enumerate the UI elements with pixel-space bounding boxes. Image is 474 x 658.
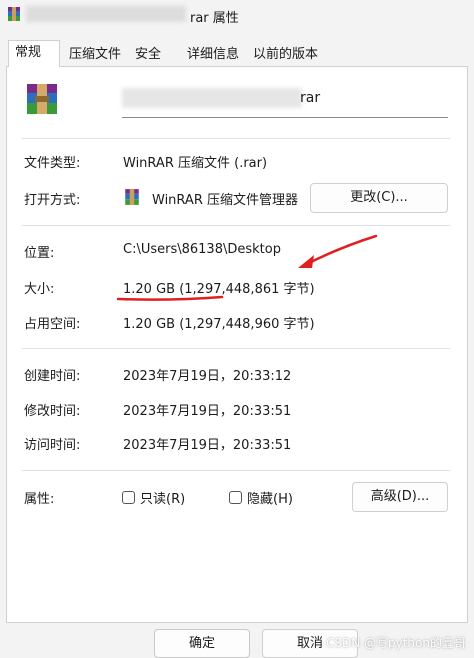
separator [22, 138, 450, 139]
accessed-value: 2023年7月19日，20:33:51 [123, 438, 292, 453]
separator [22, 470, 450, 471]
location-value: C:\Users\86138\Desktop [123, 242, 281, 257]
tab-security[interactable]: 安全 [128, 42, 168, 66]
file-name-blurred [122, 88, 302, 108]
winrar-small-icon [125, 189, 139, 205]
created-value: 2023年7月19日，20:33:12 [123, 369, 292, 384]
size-on-disk-value: 1.20 GB (1,297,448,960 字节) [123, 317, 315, 332]
file-name-input[interactable]: rar [300, 90, 320, 106]
file-name-underline [122, 117, 448, 118]
title-bar: rar 属性 [0, 0, 474, 34]
advanced-button[interactable]: 高级(D)... [352, 482, 448, 512]
tab-general[interactable]: 常规 [8, 40, 60, 67]
size-on-disk-label: 占用空间: [24, 317, 81, 332]
hidden-checkbox[interactable] [229, 491, 242, 504]
winrar-title-icon [8, 7, 20, 21]
change-button[interactable]: 更改(C)... [310, 183, 448, 213]
location-label: 位置: [24, 246, 55, 261]
open-with-value: WinRAR 压缩文件管理器 [152, 193, 298, 208]
tab-archive[interactable]: 压缩文件 [62, 42, 128, 66]
open-with-label: 打开方式: [24, 193, 81, 208]
type-label: 文件类型: [24, 156, 81, 171]
attributes-label: 属性: [24, 492, 55, 507]
size-value: 1.20 GB (1,297,448,861 字节) [123, 282, 315, 297]
tab-details[interactable]: 详细信息 [180, 42, 246, 66]
winrar-archive-icon [27, 84, 57, 114]
window-title: rar 属性 [190, 11, 239, 26]
watermark: CSDN @写python的鑫哥 [325, 636, 466, 650]
separator [22, 225, 450, 226]
ok-button[interactable]: 确定 [154, 629, 250, 658]
created-label: 创建时间: [24, 369, 81, 384]
readonly-label[interactable]: 只读(R) [140, 488, 185, 507]
accessed-label: 访问时间: [24, 438, 81, 453]
title-filename-blurred [26, 6, 186, 22]
hidden-label[interactable]: 隐藏(H) [247, 488, 293, 507]
readonly-checkbox[interactable] [122, 491, 135, 504]
modified-value: 2023年7月19日，20:33:51 [123, 404, 292, 419]
size-label: 大小: [24, 282, 55, 297]
tab-previous-versions[interactable]: 以前的版本 [246, 42, 325, 66]
general-panel [6, 66, 468, 623]
modified-label: 修改时间: [24, 404, 81, 419]
tab-bar: 常规 压缩文件 安全 详细信息 以前的版本 [0, 40, 474, 67]
separator [22, 348, 450, 349]
type-value: WinRAR 压缩文件 (.rar) [123, 156, 268, 171]
